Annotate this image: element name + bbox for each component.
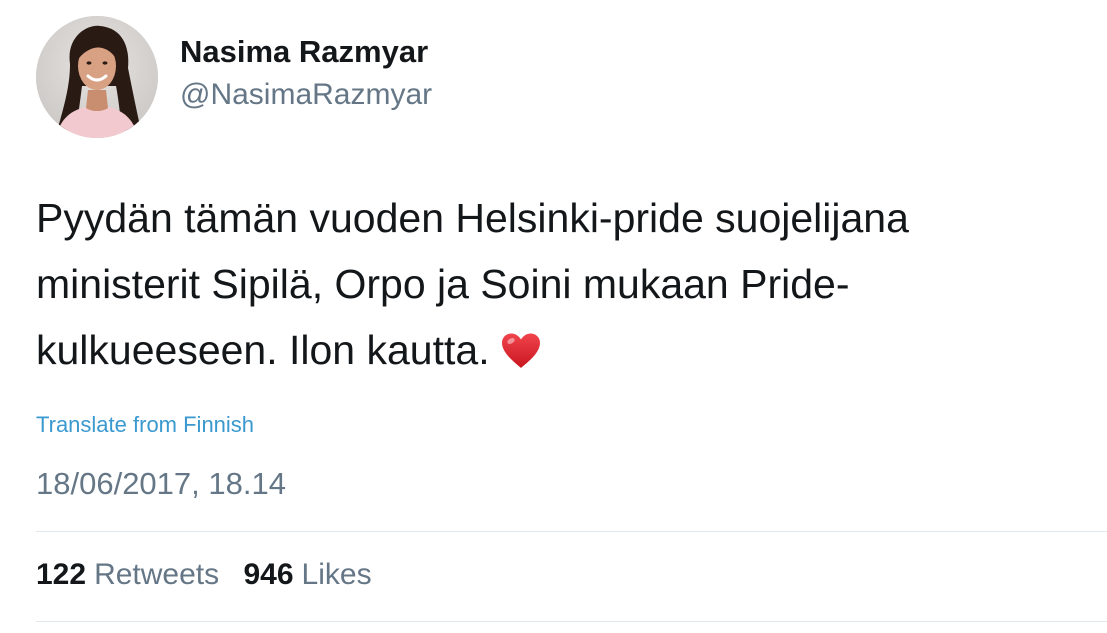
retweets-count: 122 <box>36 558 87 591</box>
divider <box>36 621 1107 622</box>
tweet-text-line: kulkueeseen. Ilon kautta. <box>36 317 1086 389</box>
retweets-label: Retweets <box>94 558 220 591</box>
timestamp[interactable]: 18/06/2017, 18.14 <box>36 466 286 502</box>
retweets-stat[interactable]: 122 Retweets <box>36 558 219 592</box>
tweet-text: Pyydän tämän vuoden Helsinki-pride suoje… <box>36 185 1086 389</box>
user-handle[interactable]: @NasimaRazmyar <box>180 78 432 112</box>
heart-icon <box>500 323 542 389</box>
likes-count: 946 <box>243 558 294 591</box>
divider <box>36 531 1107 532</box>
display-name[interactable]: Nasima Razmyar <box>180 34 428 70</box>
engagement-stats: 122 Retweets 946 Likes <box>36 558 372 592</box>
likes-stat[interactable]: 946 Likes <box>243 558 371 592</box>
avatar[interactable] <box>36 16 158 138</box>
likes-label: Likes <box>301 558 372 591</box>
tweet-text-line-content: kulkueeseen. Ilon kautta. <box>36 327 490 373</box>
tweet-text-line: Pyydän tämän vuoden Helsinki-pride suoje… <box>36 195 909 241</box>
tweet-card: Nasima Razmyar @NasimaRazmyar Pyydän täm… <box>0 0 1107 633</box>
profile-photo-icon <box>36 16 158 138</box>
tweet-text-line: ministerit Sipilä, Orpo ja Soini mukaan … <box>36 261 850 307</box>
translate-link[interactable]: Translate from Finnish <box>36 412 254 438</box>
